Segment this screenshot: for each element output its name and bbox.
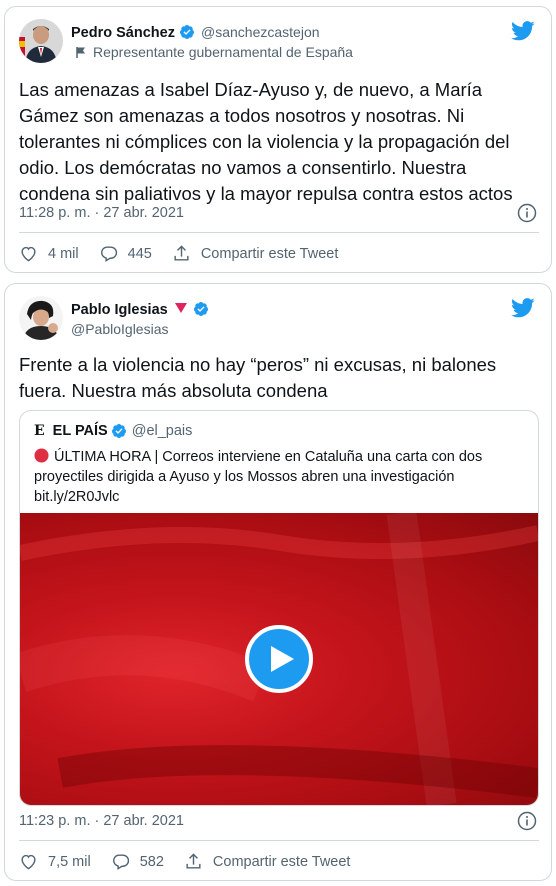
verified-badge-icon — [111, 424, 126, 438]
divider — [19, 840, 539, 841]
play-icon — [270, 646, 294, 672]
tweet-timestamp[interactable]: 11:23 p. m. · 27 abr. 2021 — [19, 813, 184, 829]
flag-icon — [76, 46, 85, 58]
tweet-card-iglesias[interactable]: Pablo Iglesias @PabloIglesias Frente a l… — [4, 283, 552, 881]
quoted-tweet[interactable]: E EL PAÍS @el_pais ÚLTIMA HORA | Correos… — [19, 410, 539, 806]
heart-emoji-icon — [174, 303, 187, 313]
author-name-text[interactable]: Pablo Iglesias — [71, 302, 168, 318]
reply-icon — [112, 854, 129, 870]
reply-count: 582 — [139, 853, 164, 870]
tweet-text-line: Gámez son amenazas a todos nosotros y no… — [19, 105, 465, 126]
play-button[interactable] — [245, 625, 313, 693]
heart-icon — [21, 854, 36, 870]
video-thumbnail[interactable] — [20, 513, 538, 805]
quoted-tweet-text-line: proyectiles dirigida a Ayuso y los Mosso… — [34, 469, 455, 485]
author-name-text[interactable]: Pedro Sánchez — [71, 25, 175, 41]
share-icon — [174, 245, 189, 261]
quoted-tweet-text-line: ÚLTIMA HORA | Correos interviene en Cata… — [34, 447, 528, 467]
info-icon[interactable] — [517, 811, 537, 831]
author-name[interactable]: Pablo Iglesias — [71, 301, 209, 318]
twitter-bird-icon[interactable] — [511, 298, 535, 318]
author-name[interactable]: Pedro Sánchez @sanchezcastejon — [71, 24, 320, 41]
share-label: Compartir este Tweet — [212, 853, 351, 870]
like-button[interactable]: 4 mil — [19, 244, 79, 263]
twitter-bird-icon[interactable] — [511, 21, 535, 41]
tweet-text: Las amenazas a Isabel Díaz-Ayuso y, de n… — [19, 77, 539, 207]
avatar[interactable] — [19, 296, 63, 340]
author-handle[interactable]: @sanchezcastejon — [201, 24, 320, 40]
quoted-tweet-text: ÚLTIMA HORA | Correos interviene en Cata… — [34, 447, 528, 507]
like-button[interactable]: 7,5 mil — [19, 852, 91, 871]
tweet-text-line: tolerantes ni cómplices con la violencia… — [19, 131, 510, 152]
share-icon — [186, 853, 201, 869]
tweet-text-line: odio. Los demócratas no vamos a consenti… — [19, 157, 467, 178]
divider — [19, 232, 539, 233]
heart-icon — [21, 246, 36, 262]
tweet-text-line: Las amenazas a Isabel Díaz-Ayuso y, de n… — [19, 79, 483, 100]
quoted-tweet-header[interactable]: E EL PAÍS @el_pais — [34, 423, 192, 439]
red-circle-icon — [34, 448, 49, 463]
avatar[interactable] — [19, 19, 63, 63]
government-label: Representante gubernamental de España — [75, 44, 353, 60]
quoted-tweet-text-line-0: ÚLTIMA HORA | Correos interviene en Cata… — [54, 449, 483, 465]
like-count: 4 mil — [48, 245, 79, 262]
verified-badge-icon — [193, 302, 208, 316]
reply-count: 445 — [127, 245, 152, 262]
share-button[interactable]: Compartir este Tweet — [172, 244, 339, 263]
tweet-text-line: condena sin paliativos y la mayor repuls… — [19, 183, 513, 204]
quoted-author-name[interactable]: EL PAÍS — [53, 423, 108, 439]
quoted-tweet-link[interactable]: bit.ly/2R0Jvlc — [34, 487, 528, 507]
tweet-card-sanchez[interactable]: Pedro Sánchez @sanchezcastejon Represent… — [4, 6, 552, 273]
tweet-text: Frente a la violencia no hay “peros” ni … — [19, 352, 539, 404]
tweet-actions: 7,5 mil 582 Compartir este Tweet — [19, 852, 370, 871]
government-label-text: Representante gubernamental de España — [93, 44, 353, 60]
tweet-text-line: fuera. Nuestra más absoluta condena — [19, 380, 328, 401]
like-count: 7,5 mil — [48, 853, 91, 870]
author-handle[interactable]: @PabloIglesias — [71, 321, 169, 337]
quoted-author-handle[interactable]: @el_pais — [132, 423, 193, 439]
tweet-text-line: Frente a la violencia no hay “peros” ni … — [19, 354, 497, 375]
elpais-logo: E — [34, 423, 45, 439]
reply-button[interactable]: 582 — [111, 852, 164, 871]
reply-icon — [100, 246, 117, 262]
info-icon[interactable] — [517, 203, 537, 223]
verified-badge-icon — [179, 25, 194, 39]
share-button[interactable]: Compartir este Tweet — [184, 852, 351, 871]
tweet-actions: 4 mil 445 Compartir este Tweet — [19, 244, 358, 263]
reply-button[interactable]: 445 — [99, 244, 152, 263]
tweet-timestamp[interactable]: 11:28 p. m. · 27 abr. 2021 — [19, 205, 184, 221]
share-label: Compartir este Tweet — [200, 245, 339, 262]
